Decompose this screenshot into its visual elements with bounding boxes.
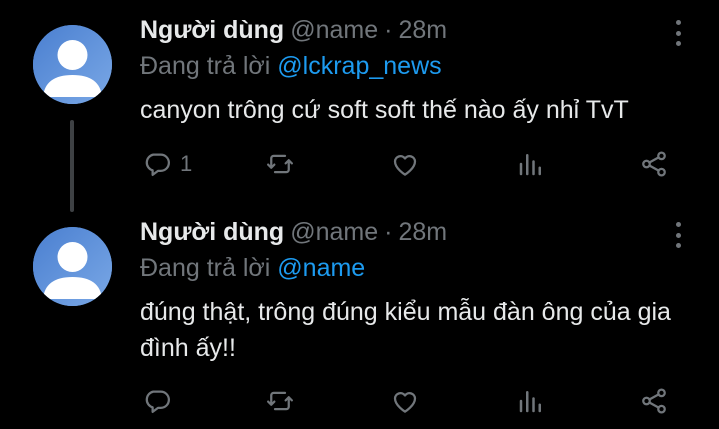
user-handle[interactable]: @name <box>290 16 378 45</box>
analytics-button[interactable] <box>516 149 546 179</box>
avatar[interactable] <box>33 227 112 306</box>
reply-count: 1 <box>180 151 193 176</box>
replying-to-link[interactable]: @name <box>277 254 365 282</box>
like-button[interactable] <box>390 386 420 416</box>
tweet-header: Người dùng @name · 28m <box>140 16 447 48</box>
tweet-text: canyon trông cứ soft soft thế nào ấy nhỉ… <box>140 96 629 124</box>
timestamp[interactable]: 28m <box>398 218 447 247</box>
timestamp[interactable]: 28m <box>398 16 447 45</box>
user-display-name[interactable]: Người dùng <box>140 218 284 247</box>
analytics-icon <box>519 391 541 413</box>
default-avatar-icon <box>33 25 112 104</box>
reply-icon <box>145 153 170 176</box>
default-avatar-icon <box>33 227 112 306</box>
tweet-1[interactable]: Người dùng @name · 28m Đang trả lời @lck… <box>0 0 719 212</box>
reply-icon <box>145 390 170 413</box>
replying-to: Đang trả lời @lckrap_news <box>140 52 442 81</box>
share-icon <box>642 388 666 414</box>
analytics-button[interactable] <box>516 386 546 416</box>
user-handle[interactable]: @name <box>290 218 378 247</box>
share-button[interactable] <box>639 386 669 416</box>
thread-connector <box>70 120 74 212</box>
separator-dot: · <box>384 16 393 44</box>
replying-to: Đang trả lời @name <box>140 254 365 283</box>
tweet-2[interactable]: Người dùng @name · 28m Đang trả lời @nam… <box>0 212 719 429</box>
retweet-icon <box>267 391 293 411</box>
user-display-name[interactable]: Người dùng <box>140 16 284 45</box>
avatar[interactable] <box>33 25 112 104</box>
analytics-icon <box>519 154 541 176</box>
like-icon <box>393 155 417 176</box>
tweet-header: Người dùng @name · 28m <box>140 218 447 250</box>
more-icon[interactable] <box>668 20 688 46</box>
like-button[interactable] <box>390 149 420 179</box>
replying-to-label: Đang trả lời <box>140 52 271 80</box>
reply-button[interactable]: 1 <box>142 149 192 179</box>
retweet-button[interactable] <box>265 149 295 179</box>
share-icon <box>642 151 666 177</box>
separator-dot: · <box>384 218 393 246</box>
replying-to-link[interactable]: @lckrap_news <box>277 52 441 80</box>
tweet-text: đúng thật, trông đúng kiểu mẫu đàn ông c… <box>140 298 671 362</box>
more-icon[interactable] <box>668 222 688 248</box>
replying-to-label: Đang trả lời <box>140 254 271 282</box>
retweet-icon <box>267 154 293 174</box>
share-button[interactable] <box>639 149 669 179</box>
reply-button[interactable] <box>142 386 180 416</box>
like-icon <box>393 392 417 413</box>
retweet-button[interactable] <box>265 386 295 416</box>
